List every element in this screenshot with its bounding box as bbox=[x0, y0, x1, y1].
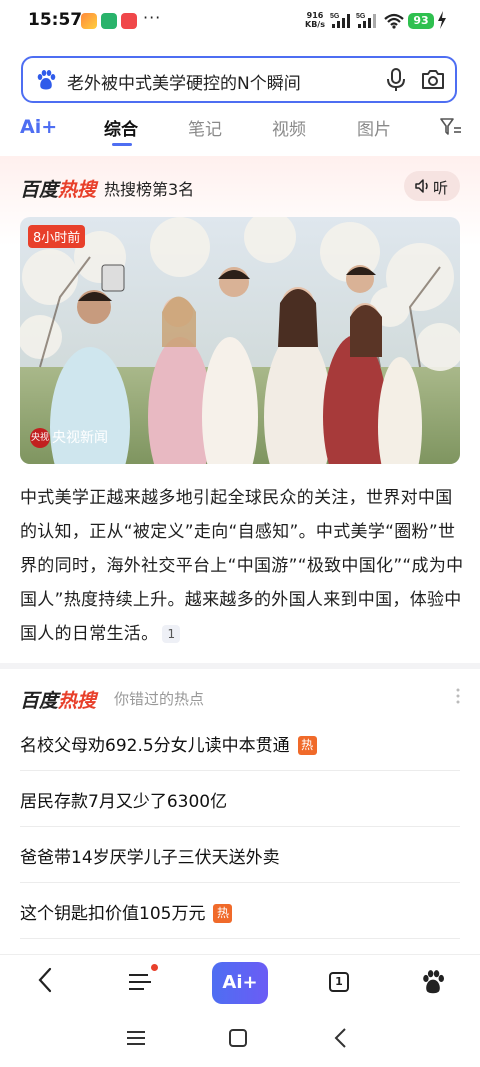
baidu-paw-icon bbox=[37, 70, 56, 90]
wifi-icon bbox=[384, 13, 404, 29]
more-options-icon[interactable] bbox=[456, 688, 460, 704]
notification-app-icon bbox=[121, 13, 137, 29]
news-source[interactable]: 央视 央视新闻 bbox=[30, 427, 108, 448]
notification-app-icon bbox=[101, 13, 117, 29]
status-time: 15:57 bbox=[28, 10, 83, 30]
tab-videos[interactable]: 视频 bbox=[272, 115, 306, 140]
system-recents-icon[interactable] bbox=[126, 1030, 146, 1046]
summary-text: 中式美学正越来越多地引起全球民众的关注，世界对中国的认知，正从“被定义”走向“自… bbox=[20, 488, 464, 644]
hot-item-text: 这个钥匙扣价值105万元 bbox=[20, 904, 206, 924]
charging-icon bbox=[438, 11, 446, 29]
system-back-icon[interactable] bbox=[333, 1027, 347, 1049]
hot-item-text: 居民存款7月又少了6300亿 bbox=[20, 792, 228, 812]
speaker-icon bbox=[415, 179, 428, 193]
tab-notes[interactable]: 笔记 bbox=[188, 115, 222, 140]
hot-rank-label: 热搜榜第3名 bbox=[104, 180, 195, 199]
listen-label: 听 bbox=[433, 179, 449, 197]
tab-count-button[interactable]: 1 bbox=[329, 972, 349, 992]
hot-list-item[interactable]: 居民存款7月又少了6300亿 bbox=[20, 771, 460, 827]
cctv-logo-icon: 央视 bbox=[30, 428, 50, 448]
hot-item-text: 名校父母劝692.5分女儿读中本贯通 bbox=[20, 736, 290, 756]
battery-indicator: 93 bbox=[408, 13, 434, 29]
citation-badge[interactable]: 1 bbox=[162, 625, 181, 643]
section-divider bbox=[0, 663, 480, 669]
hot-list-item[interactable]: 这个钥匙扣价值105万元热 bbox=[20, 883, 460, 939]
search-tabs: Ai+ 综合 笔记 视频 图片 bbox=[0, 108, 480, 148]
system-home-icon[interactable] bbox=[229, 1029, 247, 1047]
hot-tag: 热 bbox=[297, 736, 317, 755]
search-bar[interactable]: 老外被中式美学硬控的N个瞬间 bbox=[21, 56, 457, 103]
tab-comprehensive[interactable]: 综合 bbox=[104, 115, 138, 140]
notification-dot bbox=[151, 964, 158, 971]
signal-label: 5G bbox=[356, 13, 366, 20]
ai-assistant-tab[interactable]: Ai+ bbox=[20, 116, 57, 138]
network-speed: 916 KB/s bbox=[305, 11, 325, 29]
menu-icon[interactable] bbox=[128, 973, 152, 991]
hot-tag: 热 bbox=[213, 904, 233, 923]
search-input[interactable]: 老外被中式美学硬控的N个瞬间 bbox=[67, 69, 301, 94]
time-badge: 8小时前 bbox=[28, 225, 86, 248]
microphone-icon[interactable] bbox=[385, 68, 407, 92]
missed-hot-title: 你错过的热点 bbox=[114, 690, 205, 708]
baidu-hot-search-logo: 百度热搜 bbox=[20, 179, 97, 201]
status-bar: 15:57 ··· 916 KB/s 5G 5G 93 bbox=[0, 0, 480, 44]
baidu-hot-search-logo: 百度热搜 bbox=[20, 690, 97, 712]
ai-assistant-button[interactable]: Ai+ bbox=[212, 962, 268, 1004]
hot-item-text: 爸爸带14岁厌学儿子三伏天送外卖 bbox=[20, 848, 280, 868]
back-icon[interactable] bbox=[36, 967, 54, 993]
more-notifications-icon: ··· bbox=[143, 8, 162, 27]
listen-button[interactable]: 听 bbox=[404, 171, 460, 201]
hot-list-item[interactable]: 名校父母劝692.5分女儿读中本贯通热 bbox=[20, 715, 460, 771]
notification-app-icon bbox=[81, 13, 97, 29]
system-navigation-bar bbox=[0, 1014, 480, 1067]
hot-list-item[interactable]: 爸爸带14岁厌学儿子三伏天送外卖 bbox=[20, 827, 460, 883]
hot-summary: 中式美学正越来越多地引起全球民众的关注，世界对中国的认知，正从“被定义”走向“自… bbox=[20, 481, 464, 651]
baidu-home-icon[interactable] bbox=[420, 969, 446, 995]
filter-icon[interactable] bbox=[440, 118, 462, 136]
camera-icon[interactable] bbox=[421, 68, 445, 90]
signal-label: 5G bbox=[330, 13, 340, 20]
signal-icon: 5G bbox=[330, 13, 350, 28]
news-source-name: 央视新闻 bbox=[52, 430, 108, 446]
signal-icon: 5G bbox=[356, 13, 376, 28]
active-tab-indicator bbox=[112, 143, 132, 146]
tab-images[interactable]: 图片 bbox=[357, 115, 391, 140]
